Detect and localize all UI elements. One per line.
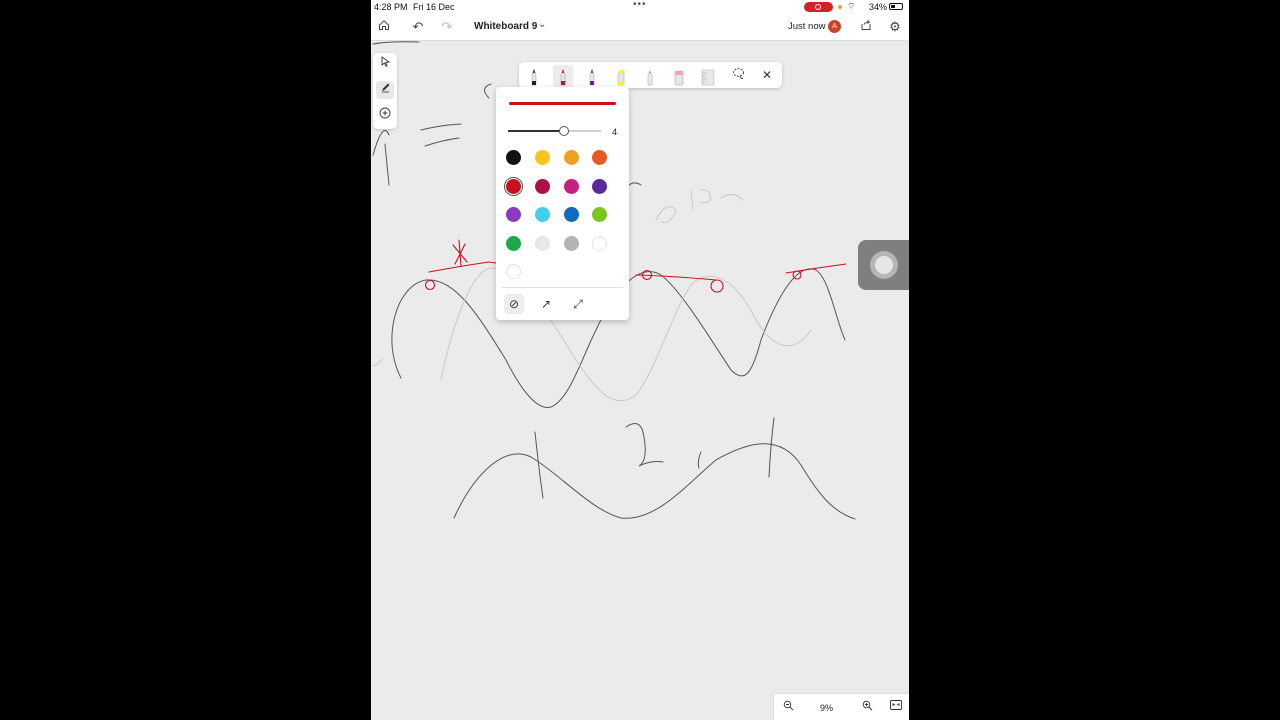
color-swatch-orange[interactable]	[592, 150, 607, 165]
ink-stroke-faint	[372, 357, 384, 367]
wifi-icon: ⌔	[847, 1, 856, 11]
red-pen-icon[interactable]	[553, 65, 573, 87]
close-icon[interactable]: ✕	[759, 67, 775, 83]
color-swatch-amber[interactable]	[564, 150, 579, 165]
arrow-end-icon[interactable]: ↗	[536, 294, 556, 314]
purple-pen-icon[interactable]	[582, 65, 602, 87]
red-ink-stroke	[710, 279, 724, 293]
add-icon[interactable]	[376, 107, 394, 125]
stroke-size-slider[interactable]	[508, 130, 601, 132]
ink-stroke	[384, 143, 390, 186]
avatar[interactable]: A	[828, 20, 841, 33]
home-icon[interactable]	[375, 18, 393, 36]
battery-icon	[889, 3, 903, 10]
divider	[502, 287, 623, 288]
redo-icon[interactable]: ↷	[438, 18, 456, 36]
status-date: Fri 16 Dec	[413, 2, 455, 12]
pen-settings-popover: 4 ⊘ ↗ ⤢	[496, 87, 629, 320]
zoom-level[interactable]: 9%	[820, 703, 833, 713]
pen-tool-icon[interactable]	[376, 81, 394, 99]
screen-recording-icon	[804, 2, 833, 12]
arrow-both-icon[interactable]: ⤢	[568, 294, 588, 314]
ink-stroke-faint	[720, 194, 744, 201]
black-pen-icon[interactable]	[524, 65, 544, 87]
color-swatch-white[interactable]	[592, 236, 607, 251]
ink-stroke	[626, 182, 642, 188]
settings-gear-icon[interactable]: ⚙	[886, 18, 904, 36]
battery-percentage: 34%	[869, 2, 888, 12]
red-ink-stroke	[424, 279, 436, 291]
app-bar: ↶ ↷ Whiteboard 9 ⌄ Just now A ⚙	[371, 14, 909, 41]
red-ink-stroke	[452, 239, 468, 267]
color-swatch-crimson[interactable]	[535, 179, 550, 194]
ink-stroke	[768, 417, 775, 478]
red-tip-pen-icon[interactable]	[640, 65, 660, 87]
color-swatch-white-2[interactable]	[506, 264, 521, 279]
stroke-size-value: 4	[612, 127, 618, 137]
ink-stroke	[625, 422, 664, 467]
color-swatch-violet[interactable]	[506, 207, 521, 222]
color-swatch-blue[interactable]	[564, 207, 579, 222]
whiteboard-title[interactable]: Whiteboard 9	[474, 21, 537, 32]
status-time: 4:28 PM	[374, 2, 408, 12]
left-toolbar	[373, 53, 397, 129]
whiteboard-canvas[interactable]	[371, 40, 909, 720]
multitasking-dots-icon[interactable]: •••	[633, 0, 647, 10]
zoom-in-icon[interactable]	[859, 700, 875, 716]
ink-stroke-faint	[655, 206, 677, 223]
color-swatch-green[interactable]	[506, 236, 521, 251]
ink-stroke	[372, 130, 390, 156]
sync-status: Just now	[788, 21, 826, 32]
color-swatch-red[interactable]	[503, 176, 524, 197]
lasso-select-icon[interactable]	[730, 67, 746, 83]
pen-tray: ✕	[519, 62, 782, 88]
eraser-icon[interactable]	[669, 65, 689, 87]
ruler-icon[interactable]	[698, 65, 718, 87]
color-swatch-lime[interactable]	[592, 207, 607, 222]
status-bar: 4:28 PM Fri 16 Dec ••• ⌔ 34%	[371, 0, 909, 14]
assistive-touch-button[interactable]	[858, 240, 909, 290]
red-ink-stroke	[428, 261, 497, 273]
color-swatch-light-gray[interactable]	[535, 236, 550, 251]
color-swatch-magenta[interactable]	[564, 179, 579, 194]
color-swatch-yellow[interactable]	[535, 150, 550, 165]
mic-indicator-icon	[838, 5, 842, 9]
wave-stroke	[453, 443, 856, 520]
zoom-bar: 9%	[773, 693, 909, 720]
ink-stroke-faint	[690, 189, 712, 211]
stroke-preview	[509, 102, 616, 105]
zoom-out-icon[interactable]	[780, 700, 796, 716]
color-swatch-black[interactable]	[506, 150, 521, 165]
ink-stroke	[534, 431, 544, 499]
share-icon[interactable]	[857, 18, 875, 36]
highlighter-icon[interactable]	[611, 65, 631, 87]
ink-stroke	[372, 41, 420, 45]
ink-stroke	[484, 83, 492, 99]
slider-thumb[interactable]	[558, 126, 569, 136]
color-swatch-purple[interactable]	[592, 179, 607, 194]
ipad-screen: 4:28 PM Fri 16 Dec ••• ⌔ 34% ↶ ↷ Whitebo…	[371, 0, 909, 720]
undo-icon[interactable]: ↶	[409, 18, 427, 36]
fit-to-screen-icon[interactable]	[888, 700, 904, 716]
ink-stroke	[697, 451, 702, 469]
ink-stroke	[424, 137, 460, 147]
color-swatch-cyan[interactable]	[535, 207, 550, 222]
select-pointer-icon[interactable]	[376, 55, 394, 73]
ink-stroke	[420, 123, 462, 131]
color-swatch-gray[interactable]	[564, 236, 579, 251]
chevron-down-icon[interactable]: ⌄	[538, 19, 546, 30]
no-arrow-icon[interactable]: ⊘	[504, 294, 524, 314]
